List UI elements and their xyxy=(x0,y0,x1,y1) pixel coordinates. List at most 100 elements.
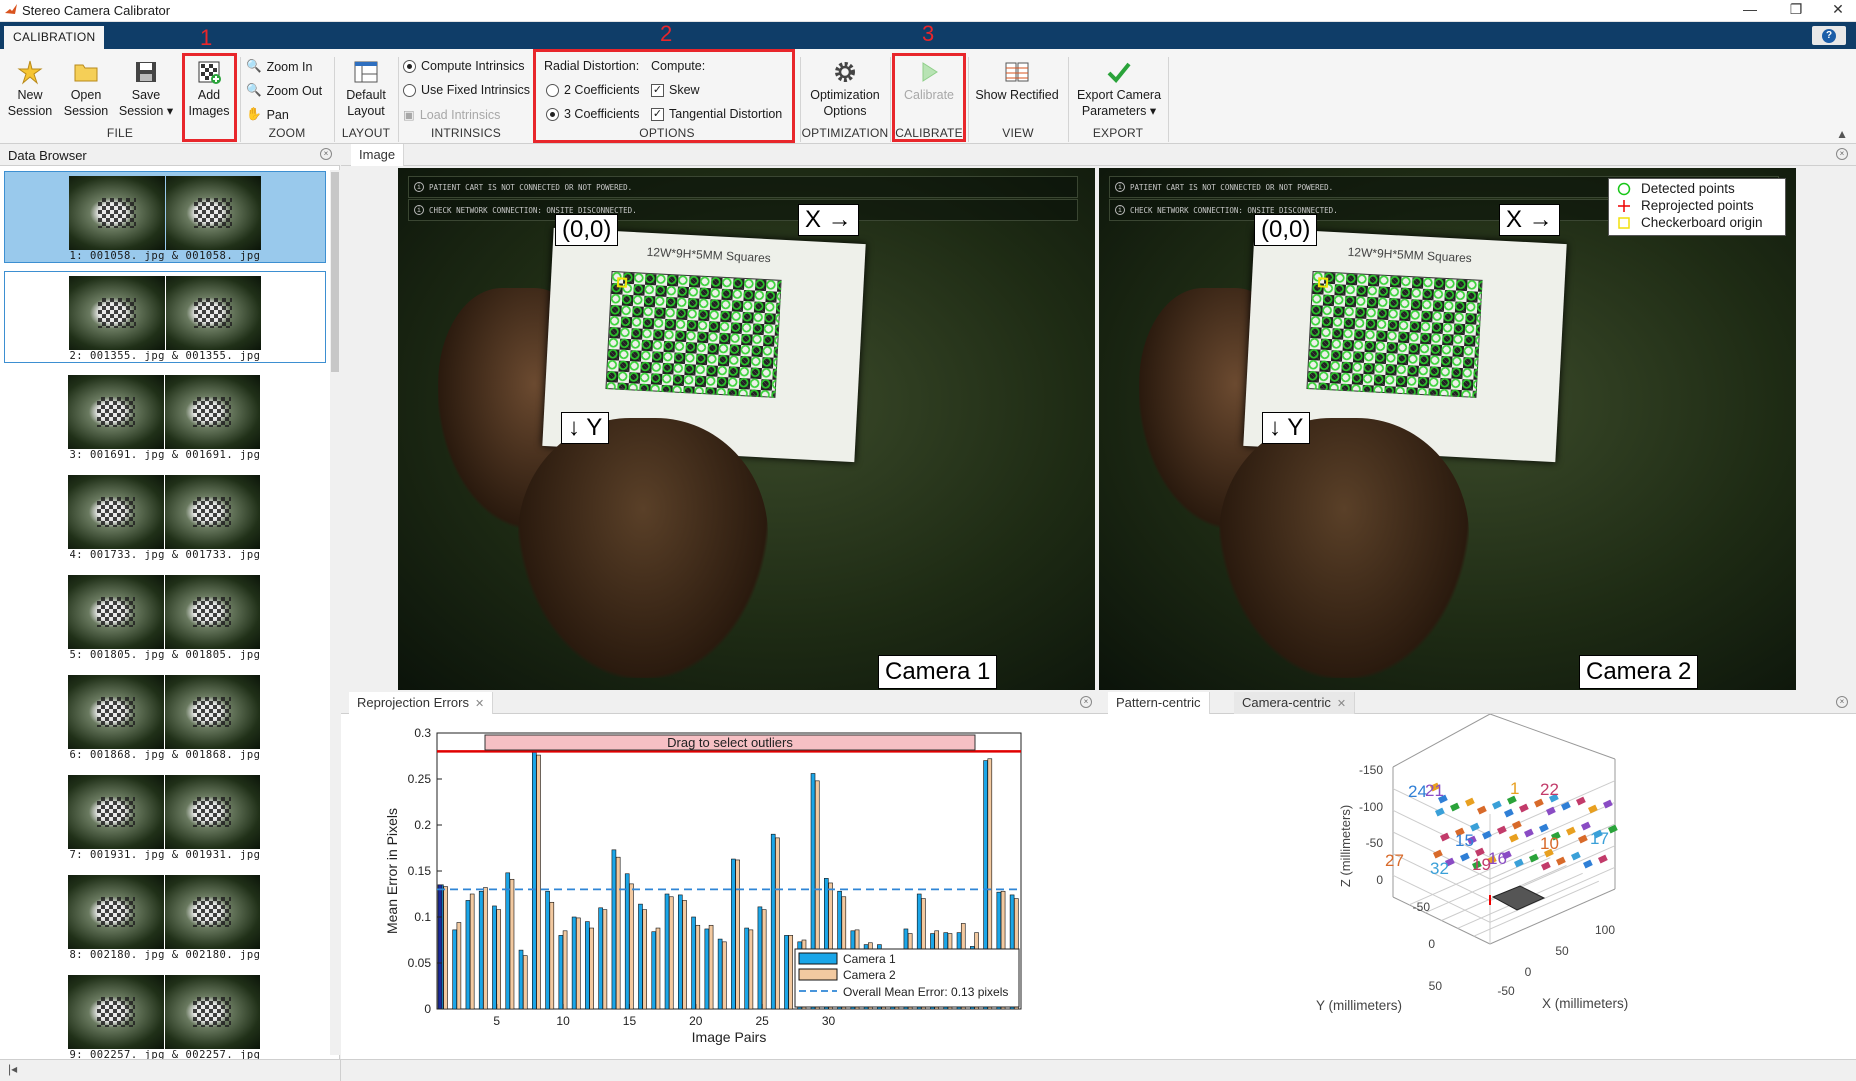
close-window-button[interactable]: ✕ xyxy=(1824,1,1852,18)
collapse-toolstrip-icon[interactable]: ▲ xyxy=(1836,127,1848,141)
zoom-out-button[interactable]: 🔍 Zoom Out xyxy=(246,83,322,98)
tab-close-icon[interactable]: ✕ xyxy=(1337,698,1346,710)
folder-icon xyxy=(74,64,98,82)
bar-camera-1 xyxy=(598,907,603,1010)
reprojection-header: Reprojection Errors ✕ × xyxy=(341,692,1100,714)
show-rectified-button[interactable]: Show Rectified xyxy=(970,59,1064,103)
pattern-plane-marker xyxy=(1588,804,1598,814)
y-axis-label: ↓ Y xyxy=(1262,412,1311,444)
camera-1-label: Camera 1 xyxy=(878,655,998,689)
camera-1-view[interactable]: 12W*9H*5MM Squares i PATIENT CART IS NOT … xyxy=(398,168,1095,690)
zoom-out-label: Zoom Out xyxy=(266,83,323,98)
group-zoom-label: ZOOM xyxy=(268,126,306,140)
legend-label: Overall Mean Error: 0.13 pixels xyxy=(843,985,1008,999)
load-intrinsics-button[interactable]: ▣ Load Intrinsics xyxy=(403,107,500,123)
open-session-button[interactable]: Open Session xyxy=(60,59,112,119)
data-browser-header: Data Browser × xyxy=(0,144,340,166)
panel-close-icon[interactable]: × xyxy=(1836,148,1848,160)
save-label-2: Session xyxy=(118,104,164,118)
image-pair-caption: 5: 001805. jpg & 001805. jpg xyxy=(69,649,261,661)
tab-calibration[interactable]: CALIBRATION xyxy=(4,26,105,49)
reprojection-tab-label: Reprojection Errors xyxy=(357,695,469,710)
legend-origin: Checkerboard origin xyxy=(1617,214,1785,231)
image-pair-item[interactable]: 4: 001733. jpg & 001733. jpg xyxy=(4,471,326,563)
image-pair-caption: 4: 001733. jpg & 001733. jpg xyxy=(69,549,261,561)
green-circle-icon xyxy=(1617,182,1631,195)
x-tick-label: 100 xyxy=(1595,923,1615,937)
extrinsics-3d-plot[interactable]: 222124 127 321719101615-150-100-500-50050-… xyxy=(1100,714,1856,1059)
optimization-options-button[interactable]: Optimization Options xyxy=(802,59,888,119)
detected-points-overlay xyxy=(1306,270,1483,398)
help-button[interactable]: ? xyxy=(1812,26,1846,45)
radio-icon xyxy=(403,83,416,97)
panel-close-icon[interactable]: × xyxy=(1080,696,1092,708)
panel-close-icon[interactable]: × xyxy=(1836,696,1848,708)
image-pair-item[interactable]: 5: 001805. jpg & 001805. jpg xyxy=(4,571,326,663)
pattern-index-label: 10 xyxy=(1540,834,1559,853)
group-layout-label: LAYOUT xyxy=(341,126,391,140)
reprojection-bar-chart[interactable]: Drag to select outliers 0 0.05 0.1 0.15 0.2 0.… xyxy=(341,714,1100,1059)
export-camera-parameters-button[interactable]: Export Camera Parameters ▾ xyxy=(1072,59,1166,119)
zoom-in-button[interactable]: 🔍 Zoom In xyxy=(246,59,312,74)
pattern-plane-marker xyxy=(1524,828,1534,838)
tab-pattern-centric[interactable]: Pattern-centric xyxy=(1108,692,1210,714)
zoom-in-label: Zoom In xyxy=(266,59,313,74)
x-tick-label: -50 xyxy=(1497,984,1515,998)
info-icon: i xyxy=(414,205,424,215)
zoom-out-icon: 🔍 xyxy=(246,83,262,97)
minimize-button[interactable]: — xyxy=(1736,1,1764,17)
pattern-plane-marker xyxy=(1578,834,1588,844)
open-label-1: Open xyxy=(70,88,102,102)
scrollbar-thumb[interactable] xyxy=(331,172,339,372)
image-pair-item[interactable]: 7: 001931. jpg & 001931. jpg xyxy=(4,771,326,863)
bar-camera-1 xyxy=(717,938,723,1010)
annotation-number-3: 3 xyxy=(922,21,935,46)
tab-reprojection-errors[interactable]: Reprojection Errors ✕ xyxy=(349,692,494,714)
zoom-in-icon: 🔍 xyxy=(246,59,262,73)
restore-button[interactable]: ❐ xyxy=(1782,1,1810,18)
legend-reprojected-label: Reprojected points xyxy=(1641,198,1754,213)
gear-icon xyxy=(835,62,855,82)
data-browser-title: Data Browser xyxy=(8,148,87,163)
scrollbar[interactable] xyxy=(330,170,340,1055)
separator xyxy=(1168,57,1169,142)
z-tick-label: -50 xyxy=(1366,836,1384,850)
pattern-plane-marker xyxy=(1576,796,1586,806)
thumbnail-right xyxy=(165,176,261,250)
camera-2-view[interactable]: 12W*9H*5MM Squares i PATIENT CART IS NOT … xyxy=(1099,168,1796,690)
tab-camera-centric[interactable]: Camera-centric ✕ xyxy=(1234,692,1356,714)
tab-close-icon[interactable]: ✕ xyxy=(475,698,484,710)
save-session-button[interactable]: Save Session ▾ xyxy=(116,59,176,119)
panel-close-icon[interactable]: × xyxy=(320,148,332,160)
info-icon: i xyxy=(1115,182,1125,192)
title-bar: Stereo Camera Calibrator — ❐ ✕ xyxy=(0,0,1856,22)
pan-button[interactable]: ✋ Pan xyxy=(246,107,289,122)
banner-text-1: PATIENT CART IS NOT CONNECTED OR NOT POW… xyxy=(429,183,633,192)
compute-intrinsics-radio[interactable]: Compute Intrinsics xyxy=(403,59,525,73)
tab-image[interactable]: Image xyxy=(351,144,405,166)
image-pair-item[interactable]: 8: 002180. jpg & 002180. jpg xyxy=(4,871,326,963)
hand-image xyxy=(1219,418,1469,678)
default-layout-button[interactable]: Default Layout xyxy=(340,59,392,119)
thumbnail-left xyxy=(68,775,164,849)
use-fixed-intrinsics-radio[interactable]: Use Fixed Intrinsics xyxy=(403,83,530,97)
image-pair-item[interactable]: 1: 001058. jpg & 001058. jpg xyxy=(4,171,326,263)
y-tick-label: 0.25 xyxy=(408,772,432,786)
image-pair-item[interactable]: 6: 001868. jpg & 001868. jpg xyxy=(4,671,326,763)
camera-pattern-plane xyxy=(1491,885,1546,911)
thumbnail-pair xyxy=(69,276,261,350)
y-tick-label: 0.1 xyxy=(414,910,431,924)
pattern-index-label: 16 xyxy=(1488,849,1507,868)
image-pair-item[interactable]: 3: 001691. jpg & 001691. jpg xyxy=(4,371,326,463)
overlay-banner-2: i CHECK NETWORK CONNECTION: ONSITE DISCON… xyxy=(408,199,1078,221)
image-pair-item[interactable]: 2: 001355. jpg & 001355. jpg xyxy=(4,271,326,363)
drag-outliers-label: Drag to select outliers xyxy=(667,735,793,750)
pattern-plane-marker xyxy=(1450,802,1460,812)
pattern-plane-marker xyxy=(1492,800,1502,810)
pattern-plane-marker xyxy=(1514,858,1524,868)
new-session-button[interactable]: New Session xyxy=(4,59,56,119)
image-pair-caption: 2: 001355. jpg & 001355. jpg xyxy=(69,350,261,362)
y-tick-label: 50 xyxy=(1429,979,1443,993)
bar-camera-1 xyxy=(770,833,776,1010)
image-pair-item[interactable]: 9: 002257. jpg & 002257. jpg xyxy=(4,971,326,1063)
